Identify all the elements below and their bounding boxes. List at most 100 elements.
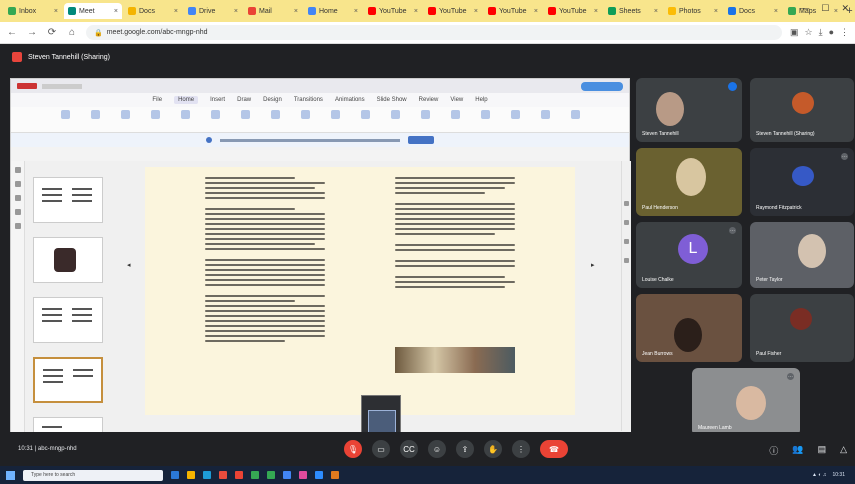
chat-icon[interactable]: ▤ (818, 444, 827, 457)
tab-close-icon[interactable]: × (354, 8, 358, 15)
browser-tab[interactable]: Docs × (724, 3, 782, 19)
next-slide-icon[interactable]: ▸ (591, 261, 595, 269)
share-pill[interactable] (581, 81, 623, 91)
browser-tab[interactable]: Inbox × (4, 3, 62, 19)
ribbon-button[interactable] (324, 109, 346, 130)
close-window-button[interactable]: ✕ (841, 3, 849, 14)
ribbon-button[interactable] (354, 109, 376, 130)
browser-tab[interactable]: Photos × (664, 3, 722, 19)
taskbar-app-icon[interactable] (331, 471, 339, 479)
raise-hand-button[interactable]: ✋ (484, 440, 502, 458)
browser-tab[interactable]: Sheets × (604, 3, 662, 19)
browser-tab[interactable]: Drive × (184, 3, 242, 19)
tab-close-icon[interactable]: × (714, 8, 718, 15)
ppt-menu-item[interactable]: Transitions (294, 97, 323, 103)
taskbar-search[interactable]: Type here to search (23, 469, 163, 481)
tab-close-icon[interactable]: × (534, 8, 538, 15)
ribbon-button[interactable] (54, 109, 76, 130)
participant-tile[interactable]: Jean Burrows (636, 294, 742, 362)
tab-close-icon[interactable]: × (594, 8, 598, 15)
taskbar-app-icon[interactable] (299, 471, 307, 479)
ribbon-button[interactable] (174, 109, 196, 130)
maximize-button[interactable]: ☐ (821, 3, 829, 14)
browser-tab[interactable]: Mail × (244, 3, 302, 19)
browser-tab[interactable]: YouTube × (424, 3, 482, 19)
ribbon-button[interactable] (384, 109, 406, 130)
participant-tile[interactable]: Paul Fisher (750, 294, 854, 362)
participant-tile[interactable]: Peter Taylor (750, 222, 854, 288)
ribbon-button[interactable] (564, 109, 586, 130)
rail-icon[interactable] (624, 239, 629, 244)
rail-icon[interactable] (624, 220, 629, 225)
browser-tab[interactable]: YouTube × (364, 3, 422, 19)
ribbon-button[interactable] (84, 109, 106, 130)
ribbon-button[interactable] (474, 109, 496, 130)
ppt-menu-item[interactable]: Home (174, 96, 199, 104)
rail-icon[interactable] (624, 258, 629, 263)
ppt-menu-item[interactable]: View (450, 97, 463, 103)
notice-button[interactable] (408, 136, 434, 144)
browser-tab[interactable]: Home × (304, 3, 362, 19)
tab-close-icon[interactable]: × (294, 8, 298, 15)
ribbon-button[interactable] (144, 109, 166, 130)
taskbar-app-icon[interactable] (251, 471, 259, 479)
taskbar-app-icon[interactable] (187, 471, 195, 479)
taskbar-app-icon[interactable] (235, 471, 243, 479)
taskbar-app-icon[interactable] (171, 471, 179, 479)
ppt-menu-item[interactable]: Draw (237, 97, 251, 103)
tab-close-icon[interactable]: × (654, 8, 658, 15)
tab-close-icon[interactable]: × (174, 8, 178, 15)
tray-icons[interactable]: ▲ ◐ ♫ (812, 472, 827, 478)
ribbon-button[interactable] (114, 109, 136, 130)
tab-close-icon[interactable]: × (414, 8, 418, 15)
browser-tab[interactable]: Docs × (124, 3, 182, 19)
rail-icon[interactable] (14, 223, 21, 229)
prev-slide-icon[interactable]: ◂ (127, 261, 131, 269)
ppt-menu-item[interactable]: Insert (210, 97, 225, 103)
ppt-menu-item[interactable]: Animations (335, 97, 365, 103)
rail-icon[interactable] (14, 209, 21, 215)
info-icon[interactable]: ⓘ (769, 444, 778, 457)
ribbon-button[interactable] (444, 109, 466, 130)
browser-tab[interactable]: YouTube × (544, 3, 602, 19)
camera-icon[interactable]: ▣ (790, 27, 799, 38)
minimize-button[interactable]: — (800, 3, 809, 14)
forward-icon[interactable]: → (26, 27, 38, 38)
captions-button[interactable]: CC (400, 440, 418, 458)
taskbar-app-icon[interactable] (315, 471, 323, 479)
ppt-menu-item[interactable]: File (152, 97, 162, 103)
rail-icon[interactable] (14, 167, 21, 173)
tab-close-icon[interactable]: × (474, 8, 478, 15)
ribbon-button[interactable] (294, 109, 316, 130)
rail-icon[interactable] (624, 201, 629, 206)
ribbon-button[interactable] (534, 109, 556, 130)
tab-close-icon[interactable]: × (54, 8, 58, 15)
menu-icon[interactable]: ⋮ (840, 27, 849, 38)
ribbon-button[interactable] (204, 109, 226, 130)
tab-close-icon[interactable]: × (114, 8, 118, 15)
more-options-button[interactable]: ⋮ (512, 440, 530, 458)
taskbar-app-icon[interactable] (203, 471, 211, 479)
taskbar-app-icon[interactable] (219, 471, 227, 479)
ribbon-button[interactable] (264, 109, 286, 130)
home-icon[interactable]: ⌂ (66, 27, 78, 38)
ppt-menu-item[interactable]: Design (263, 97, 282, 103)
ribbon-button[interactable] (414, 109, 436, 130)
participant-tile-self[interactable]: ⋯ Maureen Lamb (692, 368, 800, 436)
participant-tile[interactable]: L ⋯ Louise Chalke (636, 222, 742, 288)
star-icon[interactable]: ☆ (805, 27, 813, 38)
profile-icon[interactable]: ● (829, 27, 834, 38)
url-field[interactable]: 🔒 meet.google.com/abc-mngp-nhd (86, 25, 782, 40)
activities-icon[interactable]: △ (840, 444, 847, 457)
browser-tab[interactable]: YouTube × (484, 3, 542, 19)
browser-tab[interactable]: Meet × (64, 3, 122, 19)
camera-button[interactable]: ▭ (372, 440, 390, 458)
ribbon-button[interactable] (504, 109, 526, 130)
tab-close-icon[interactable]: × (234, 8, 238, 15)
taskbar-app-icon[interactable] (283, 471, 291, 479)
rail-icon[interactable] (14, 195, 21, 201)
reactions-button[interactable]: ☺ (428, 440, 446, 458)
ppt-menu-item[interactable]: Help (475, 97, 487, 103)
leave-call-button[interactable]: ☎ (540, 440, 568, 458)
download-icon[interactable]: ⤓ (819, 27, 823, 38)
